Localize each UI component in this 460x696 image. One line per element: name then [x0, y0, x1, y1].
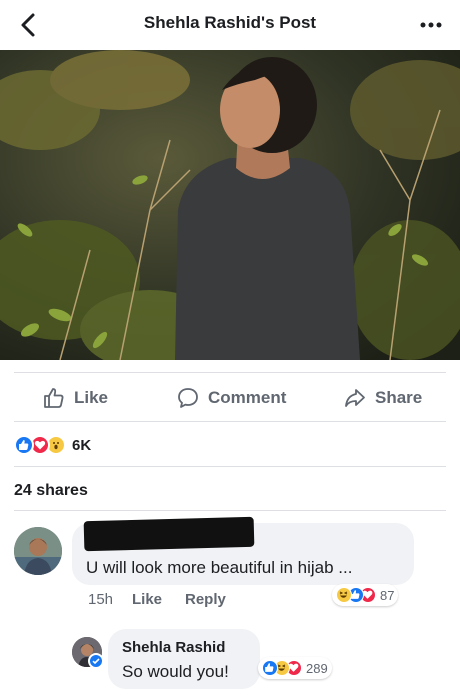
share-button[interactable]: Share — [343, 378, 422, 418]
avatar-image — [14, 527, 62, 575]
reactions-summary[interactable]: 6K — [14, 432, 91, 458]
like-label: Like — [74, 388, 109, 407]
commenter-avatar[interactable] — [14, 527, 62, 575]
share-label: Share — [375, 388, 423, 407]
haha-reaction-icon — [336, 587, 352, 603]
post-actions: Like Comment Share — [0, 378, 460, 418]
reply-reactions[interactable]: 289 — [258, 657, 332, 679]
comment-time: 15h — [88, 591, 114, 608]
reply-reaction-count: 289 — [306, 660, 328, 676]
redacted-author-name — [83, 516, 255, 552]
reply-author-name[interactable]: Shehla Rashid — [122, 639, 225, 656]
reply-text: So would you! — [122, 662, 229, 681]
comment-label: Comment — [208, 388, 287, 407]
divider — [14, 510, 446, 511]
share-count[interactable]: 24 shares — [14, 482, 88, 500]
like-reaction-icon — [14, 435, 34, 455]
ellipsis-icon — [420, 22, 442, 28]
more-options-button[interactable] — [416, 10, 446, 40]
divider — [14, 372, 446, 373]
post-photo[interactable] — [0, 50, 460, 360]
post-header: Shehla Rashid's Post — [0, 0, 460, 50]
comment-reply-link[interactable]: Reply — [185, 591, 226, 608]
divider — [14, 421, 446, 422]
thumbs-up-icon — [44, 388, 64, 408]
comment-icon — [178, 388, 198, 408]
reaction-count: 6K — [72, 436, 92, 454]
comment-text: U will look more beautiful in hijab ... — [86, 558, 353, 577]
like-button[interactable]: Like — [42, 378, 108, 418]
page-title: Shehla Rashid's Post — [143, 13, 317, 32]
divider — [14, 466, 446, 467]
comment-like-link[interactable]: Like — [132, 591, 162, 608]
share-arrow-icon — [345, 389, 365, 407]
comment-button[interactable]: Comment — [176, 378, 286, 418]
photo-illustration — [0, 50, 460, 360]
comment-reactions[interactable]: 87 — [332, 584, 399, 606]
like-reaction-icon — [262, 660, 278, 676]
verified-badge-icon — [88, 653, 104, 669]
comment-reaction-count: 87 — [380, 587, 395, 603]
